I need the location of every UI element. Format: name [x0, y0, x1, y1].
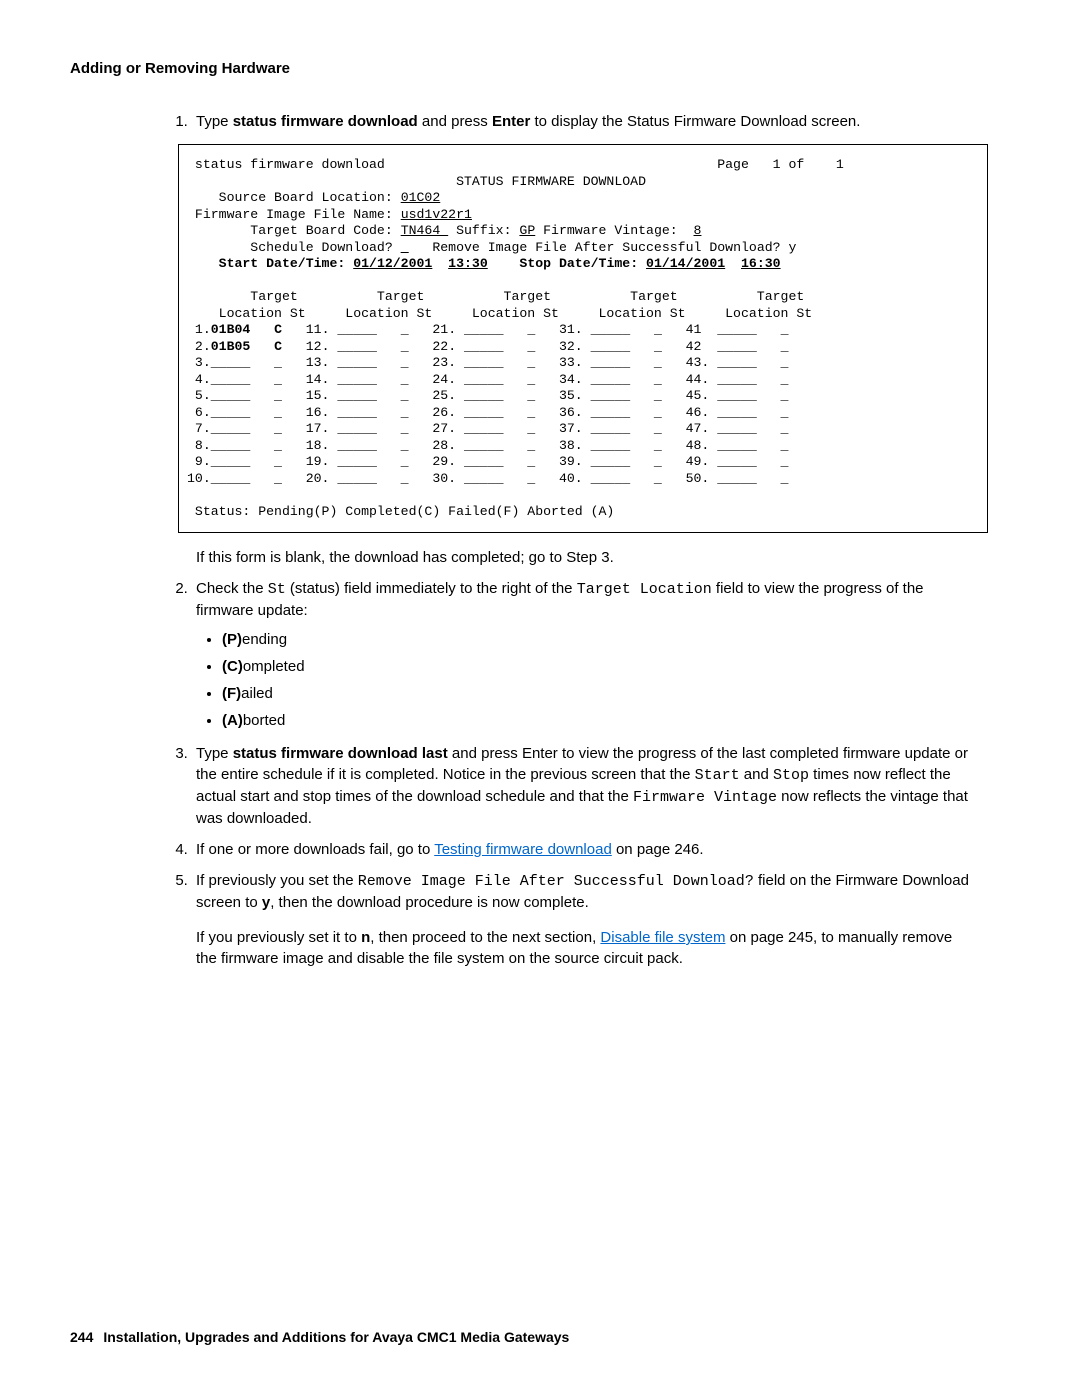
terminal-screen: status firmware download Page 1 of 1 STA… — [178, 144, 988, 533]
page-header: Adding or Removing Hardware — [70, 60, 1010, 77]
step-5: If previously you set the Remove Image F… — [192, 870, 970, 969]
link-disable-file-system[interactable]: Disable file system — [600, 929, 725, 946]
page-number: 244 — [70, 1329, 93, 1345]
step5-text-d: If you previously set it to — [196, 929, 361, 946]
legend-p-bold: (P) — [222, 631, 242, 648]
legend-c-text: ompleted — [243, 658, 305, 675]
field-remove-image: Remove Image File After Successful Downl… — [358, 873, 754, 890]
key-enter: Enter — [492, 113, 530, 130]
step4-text-b: on page 246. — [612, 841, 704, 858]
legend-pending: (P)ending — [222, 629, 970, 650]
value-y: y — [262, 894, 270, 911]
footer-title: Installation, Upgrades and Additions for… — [103, 1329, 569, 1345]
step-3: Type status firmware download last and p… — [192, 743, 970, 829]
legend-f-bold: (F) — [222, 685, 241, 702]
legend-a-bold: (A) — [222, 712, 243, 729]
step3-text-a: Type — [196, 745, 233, 762]
page-footer: 244 Installation, Upgrades and Additions … — [70, 1329, 569, 1345]
step1-note: If this form is blank, the download has … — [196, 547, 970, 568]
legend-completed: (C)ompleted — [222, 656, 970, 677]
legend-aborted: (A)borted — [222, 710, 970, 731]
field-st: St — [268, 581, 286, 598]
main-content: Type status firmware download and press … — [170, 111, 970, 969]
page: Adding or Removing Hardware Type status … — [0, 0, 1080, 1397]
legend-p-text: ending — [242, 631, 287, 648]
step-2: Check the St (status) field immediately … — [192, 578, 970, 731]
step-4: If one or more downloads fail, go to Tes… — [192, 839, 970, 860]
command-status-firmware-download-last: status firmware download last — [233, 745, 448, 762]
legend-a-text: borted — [243, 712, 286, 729]
link-testing-firmware-download[interactable]: Testing firmware download — [434, 841, 612, 858]
field-firmware-vintage: Firmware Vintage — [633, 789, 777, 806]
step3-text-c: and — [740, 766, 773, 783]
step2-text-b: (status) field immediately to the right … — [286, 580, 577, 597]
step4-text-a: If one or more downloads fail, go to — [196, 841, 434, 858]
status-legend-list: (P)ending (C)ompleted (F)ailed (A)borted — [196, 629, 970, 731]
field-stop: Stop — [773, 767, 809, 784]
value-n: n — [361, 929, 370, 946]
step1-text-a: Type — [196, 113, 233, 130]
command-status-firmware-download: status firmware download — [233, 113, 418, 130]
step-1: Type status firmware download and press … — [192, 111, 970, 568]
step5-text-e: , then proceed to the next section, — [370, 929, 600, 946]
step5-text-a: If previously you set the — [196, 872, 358, 889]
step5-text-c: , then the download procedure is now com… — [270, 894, 589, 911]
legend-c-bold: (C) — [222, 658, 243, 675]
step1-text-b: and press — [418, 113, 492, 130]
field-target-location: Target Location — [577, 581, 712, 598]
field-start: Start — [695, 767, 740, 784]
steps-list: Type status firmware download and press … — [170, 111, 970, 969]
step1-text-c: to display the Status Firmware Download … — [530, 113, 860, 130]
legend-failed: (F)ailed — [222, 683, 970, 704]
legend-f-text: ailed — [241, 685, 273, 702]
step2-text-a: Check the — [196, 580, 268, 597]
